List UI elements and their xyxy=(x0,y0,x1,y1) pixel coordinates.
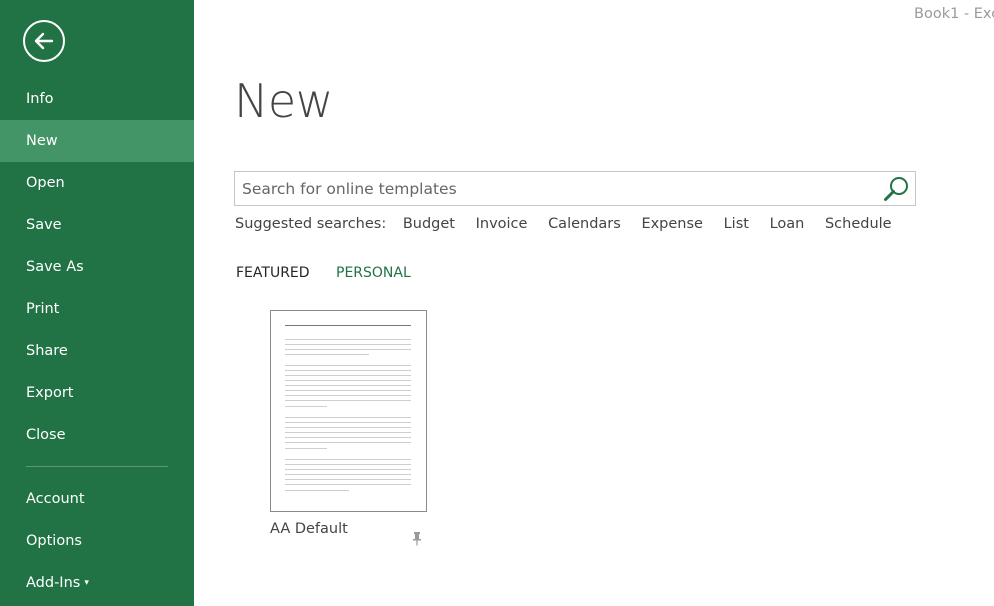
nav-item-label: Print xyxy=(26,301,60,317)
nav-item-label: Options xyxy=(26,533,82,549)
nav-item-label: Close xyxy=(26,427,66,443)
tab-personal[interactable]: PERSONAL xyxy=(336,265,411,281)
search-icon xyxy=(884,176,908,201)
template-card-aa-default[interactable]: AA Default xyxy=(270,310,427,546)
window-title: Book1 - Exce xyxy=(914,6,994,22)
suggested-link-invoice[interactable]: Invoice xyxy=(476,216,528,232)
nav-item-open[interactable]: Open xyxy=(0,162,194,204)
template-search-box xyxy=(234,171,916,206)
suggested-link-calendars[interactable]: Calendars xyxy=(548,216,621,232)
suggested-searches-label: Suggested searches: xyxy=(235,216,387,232)
nav-item-share[interactable]: Share xyxy=(0,330,194,372)
nav-item-account[interactable]: Account xyxy=(0,478,194,520)
nav-item-options[interactable]: Options xyxy=(0,520,194,562)
nav-item-print[interactable]: Print xyxy=(0,288,194,330)
dropdown-caret-icon: ▾ xyxy=(84,578,89,588)
tab-featured[interactable]: FEATURED xyxy=(236,265,310,281)
nav-item-label: Account xyxy=(26,491,85,507)
nav-item-close[interactable]: Close xyxy=(0,414,194,456)
search-input[interactable] xyxy=(242,172,872,205)
search-button[interactable] xyxy=(879,172,915,205)
back-arrow-icon xyxy=(34,32,54,50)
nav-item-label: Save xyxy=(26,217,62,233)
nav-item-label: Export xyxy=(26,385,74,401)
pin-icon[interactable] xyxy=(411,531,423,547)
nav-item-save-as[interactable]: Save As xyxy=(0,246,194,288)
nav-item-save[interactable]: Save xyxy=(0,204,194,246)
nav-item-label: Save As xyxy=(26,259,84,275)
suggested-link-budget[interactable]: Budget xyxy=(403,216,455,232)
nav-item-add-ins[interactable]: Add-Ins ▾ xyxy=(0,562,194,604)
nav-item-label: Info xyxy=(26,91,54,107)
suggested-link-list[interactable]: List xyxy=(724,216,749,232)
suggested-link-loan[interactable]: Loan xyxy=(770,216,805,232)
suggested-link-schedule[interactable]: Schedule xyxy=(825,216,892,232)
suggested-link-expense[interactable]: Expense xyxy=(641,216,703,232)
template-thumbnail xyxy=(270,310,427,512)
nav-divider xyxy=(26,466,168,467)
nav-item-label: Share xyxy=(26,343,68,359)
nav-item-export[interactable]: Export xyxy=(0,372,194,414)
template-tabs: FEATURED PERSONAL xyxy=(236,265,433,281)
nav-item-info[interactable]: Info xyxy=(0,78,194,120)
nav-item-new[interactable]: New xyxy=(0,120,194,162)
back-button[interactable] xyxy=(23,20,65,62)
nav-item-label: Open xyxy=(26,175,65,191)
suggested-searches: Suggested searches: Budget Invoice Calen… xyxy=(235,216,908,232)
nav-item-label: New xyxy=(26,133,58,149)
backstage-sidebar: Info New Open Save Save As Print Share E… xyxy=(0,0,194,606)
nav-item-label: Add-Ins xyxy=(26,575,81,591)
page-title: New xyxy=(234,74,333,128)
template-name: AA Default xyxy=(270,521,348,537)
